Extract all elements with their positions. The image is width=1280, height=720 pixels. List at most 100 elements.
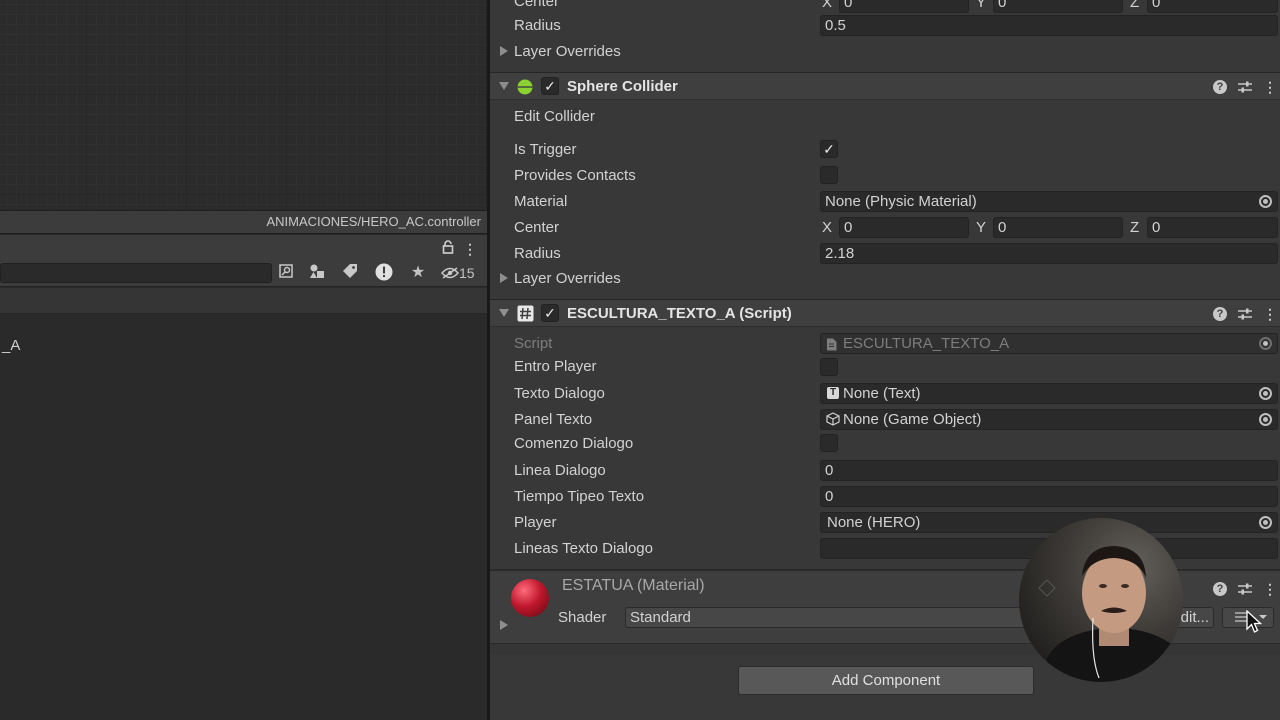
controller-path: ANIMACIONES/HERO_AC.controller: [266, 214, 481, 229]
hidden-packages-toggle[interactable]: 15: [440, 263, 483, 283]
shader-label: Shader: [558, 609, 607, 626]
script-hash-icon: [517, 305, 534, 326]
text-component-icon: T: [827, 387, 839, 399]
player-field[interactable]: None (HERO): [820, 512, 1278, 533]
panel-texto-value: None (Game Object): [843, 411, 982, 428]
material-foldout-icon[interactable]: [500, 620, 508, 630]
radius-label: Radius: [514, 245, 561, 262]
left-panel: ANIMACIONES/HERO_AC.controller ⋮ ★ 15 _A: [0, 0, 487, 720]
tiempo-tipeo-label: Tiempo Tipeo Texto: [514, 488, 645, 505]
webcam-overlay: [1019, 518, 1183, 682]
label-tag-icon[interactable]: [339, 263, 361, 283]
material-field[interactable]: None (Physic Material): [820, 191, 1278, 212]
presets-icon[interactable]: [1238, 304, 1252, 326]
center-z-label: Z: [1130, 219, 1140, 236]
material-preview-sphere: [511, 579, 549, 617]
top-center-z-label: Z: [1130, 0, 1140, 11]
script-component-header[interactable]: ✓ ESCULTURA_TEXTO_A (Script) ? ⋮: [490, 299, 1280, 327]
script-component-title: ESCULTURA_TEXTO_A (Script): [567, 305, 792, 322]
sphere-collider-header-icons: ? ⋮: [1204, 77, 1277, 99]
material-header-icons: ? ⋮: [1204, 579, 1277, 601]
warning-filter-icon[interactable]: [373, 263, 395, 283]
texto-dialogo-label: Texto Dialogo: [514, 385, 605, 402]
object-picker-icon[interactable]: [1259, 516, 1272, 529]
texto-dialogo-value: None (Text): [843, 385, 921, 402]
help-icon[interactable]: ?: [1213, 307, 1227, 321]
object-picker-icon[interactable]: [1259, 387, 1272, 400]
tiempo-tipeo-field[interactable]: 0: [820, 486, 1278, 507]
script-header-icons: ? ⋮: [1204, 304, 1277, 326]
script-enabled-checkbox[interactable]: ✓: [541, 304, 559, 322]
project-search-input[interactable]: [0, 263, 272, 283]
texto-dialogo-field[interactable]: T None (Text): [820, 383, 1278, 404]
linea-dialogo-field[interactable]: 0: [820, 460, 1278, 481]
center-x-label: X: [822, 219, 833, 236]
provides-contacts-label: Provides Contacts: [514, 167, 636, 184]
edit-collider-button[interactable]: Edit Collider: [514, 105, 595, 129]
top-center-x-label: X: [822, 0, 833, 11]
component-menu-icon[interactable]: ⋮: [1263, 77, 1277, 97]
filter-by-type-icon[interactable]: [306, 263, 328, 283]
object-picker-icon[interactable]: [1259, 195, 1272, 208]
linea-dialogo-label: Linea Dialogo: [514, 462, 606, 479]
center-z-field[interactable]: 0: [1147, 217, 1278, 238]
mouse-cursor-icon: [1246, 609, 1263, 638]
entro-player-checkbox[interactable]: [820, 358, 838, 376]
object-picker-icon[interactable]: [1259, 413, 1272, 426]
project-list-item[interactable]: _A: [2, 337, 20, 354]
script-foldout-icon[interactable]: [499, 309, 509, 317]
project-toolbar: ⋮: [0, 235, 487, 259]
presets-icon[interactable]: [1238, 77, 1252, 99]
entro-player-label: Entro Player: [514, 358, 597, 375]
top-radius-label: Radius: [514, 17, 561, 34]
top-center-y-field[interactable]: 0: [993, 0, 1123, 13]
top-radius-field[interactable]: 0.5: [820, 15, 1278, 36]
project-list-header: [0, 288, 487, 314]
top-center-z-field[interactable]: 0: [1147, 0, 1278, 13]
center-y-field[interactable]: 0: [993, 217, 1123, 238]
top-center-x-field[interactable]: 0: [839, 0, 969, 13]
help-icon[interactable]: ?: [1213, 582, 1227, 596]
game-object-cube-icon: [826, 412, 840, 429]
layer-overrides-foldout-icon[interactable]: [500, 273, 508, 283]
radius-field[interactable]: 2.18: [820, 243, 1278, 264]
help-icon[interactable]: ?: [1213, 80, 1227, 94]
animator-graph[interactable]: [0, 0, 487, 210]
layer-overrides[interactable]: Layer Overrides: [514, 267, 621, 291]
player-value: None (HERO): [827, 514, 921, 531]
material-label: Material: [514, 193, 568, 210]
top-layer-overrides-foldout-icon[interactable]: [500, 46, 508, 56]
controller-path-bar: ANIMACIONES/HERO_AC.controller: [0, 210, 487, 234]
hidden-count: 15: [459, 265, 475, 281]
center-y-label: Y: [976, 219, 987, 236]
component-menu-icon[interactable]: ⋮: [1263, 304, 1277, 324]
lock-icon[interactable]: [437, 239, 459, 259]
provides-contacts-checkbox[interactable]: [820, 166, 838, 184]
script-file-icon: [826, 337, 837, 353]
sphere-collider-foldout-icon[interactable]: [499, 82, 509, 90]
material-name: ESTATUA (Material): [562, 577, 705, 594]
script-label: Script: [514, 335, 553, 352]
sphere-collider-enabled-checkbox[interactable]: ✓: [541, 77, 559, 95]
material-value: None (Physic Material): [825, 193, 977, 210]
kebab-menu-icon[interactable]: ⋮: [459, 239, 481, 259]
center-x-field[interactable]: 0: [839, 217, 969, 238]
sphere-collider-title: Sphere Collider: [567, 78, 678, 95]
is-trigger-checkbox[interactable]: ✓: [820, 140, 838, 158]
center-label: Center: [514, 219, 560, 236]
shader-dropdown[interactable]: Standard: [625, 607, 1037, 628]
script-field: ESCULTURA_TEXTO_A: [820, 333, 1278, 354]
top-layer-overrides[interactable]: Layer Overrides: [514, 40, 621, 64]
comenzo-dialogo-checkbox[interactable]: [820, 434, 838, 452]
sphere-collider-header[interactable]: ✓ Sphere Collider ? ⋮: [490, 72, 1280, 100]
script-value: ESCULTURA_TEXTO_A: [843, 335, 1010, 352]
presenter-figure: [1019, 518, 1183, 682]
favorite-star-icon[interactable]: ★: [407, 263, 429, 283]
comenzo-dialogo-label: Comenzo Dialogo: [514, 435, 634, 452]
panel-texto-field[interactable]: None (Game Object): [820, 409, 1278, 430]
search-by-type-icon[interactable]: [275, 263, 297, 283]
presets-icon[interactable]: [1238, 579, 1252, 601]
component-menu-icon[interactable]: ⋮: [1263, 579, 1277, 599]
is-trigger-label: Is Trigger: [514, 141, 577, 158]
add-component-button[interactable]: Add Component: [738, 666, 1034, 695]
